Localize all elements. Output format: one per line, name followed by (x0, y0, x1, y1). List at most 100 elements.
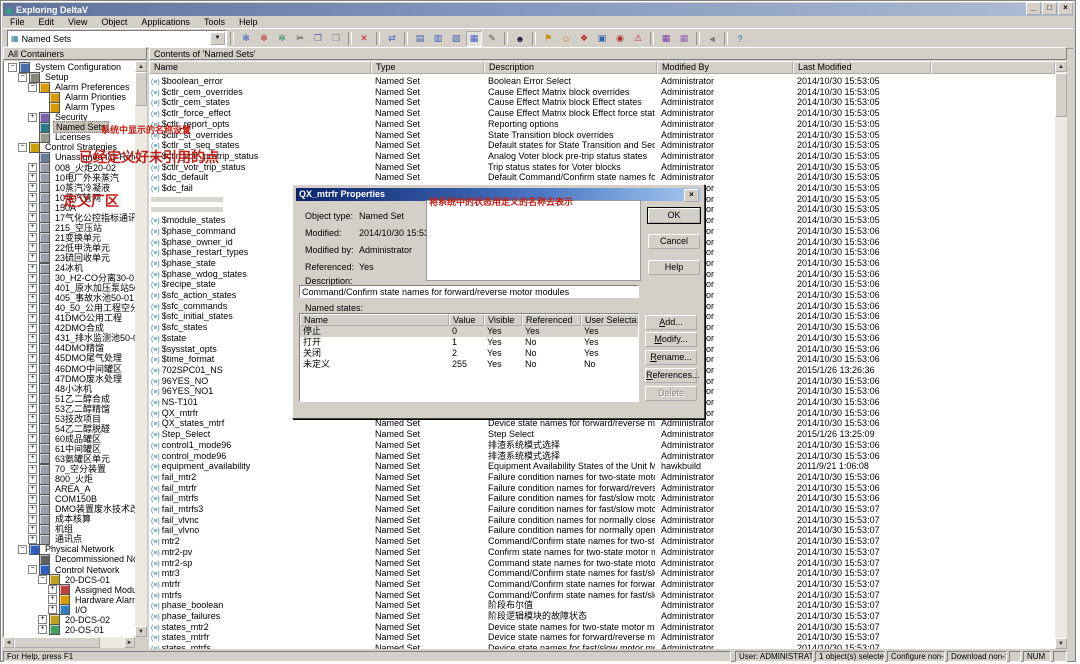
scroll-up-icon[interactable]: ▲ (135, 61, 147, 72)
list-row[interactable]: (≡)mtr2Named SetCommand/Confirm state na… (149, 536, 1055, 547)
list-row[interactable]: (≡)fail_vlvncNamed SetFailure condition … (149, 515, 1055, 526)
expand-icon[interactable]: + (28, 163, 37, 172)
tree-item-40[interactable]: +70_空分装置 (28, 464, 108, 474)
list-row[interactable]: (≡)$ctlr_st_seq_statesNamed SetDefault s… (149, 140, 1055, 151)
list-row[interactable]: (≡)equipment_availabilityNamed SetEquipm… (149, 461, 1055, 472)
help-button[interactable]: ? (732, 31, 748, 47)
ok-button[interactable]: OK (648, 208, 700, 223)
add-button[interactable]: Add... (645, 315, 697, 330)
expand-icon[interactable]: + (28, 384, 37, 393)
states-column-user-selectable[interactable]: User Selectable (581, 314, 638, 326)
expand-icon[interactable]: + (28, 253, 37, 262)
tree-item-39[interactable]: +63氨罐区单元 (28, 454, 112, 464)
named-state-row[interactable]: 关闭2YesNoYes (300, 348, 638, 359)
tree-item-7[interactable]: Licenses (28, 132, 93, 142)
expand-icon[interactable]: + (28, 183, 37, 192)
collapse-icon[interactable]: − (18, 143, 27, 152)
modify-button[interactable]: Modify... (645, 332, 697, 347)
paste-button[interactable]: ❒ (328, 31, 344, 47)
list-row[interactable]: (≡)states_mtr2Named SetDevice state name… (149, 622, 1055, 633)
collapse-icon[interactable]: − (18, 545, 27, 554)
expand-icon[interactable]: + (28, 525, 37, 534)
expand-icon[interactable]: + (28, 444, 37, 453)
expand-icon[interactable]: + (28, 344, 37, 353)
tree-item-3[interactable]: Alarm Priorities (38, 92, 128, 102)
tree-item-22[interactable]: +401_原水加压泵站50-03 (28, 283, 135, 293)
tree-item-4[interactable]: Alarm Types (38, 102, 117, 112)
expand-icon[interactable]: + (28, 223, 37, 232)
chevron-down-icon[interactable]: ▼ (210, 32, 225, 45)
tree-item-45[interactable]: +成本核算 (28, 514, 93, 524)
states-column-referenced[interactable]: Referenced (522, 314, 581, 326)
collapse-icon[interactable]: − (28, 565, 37, 574)
expand-icon[interactable]: + (28, 294, 37, 303)
tree-item-20[interactable]: +24冰机 (28, 263, 85, 273)
expand-icon[interactable]: + (28, 535, 37, 544)
expand-icon[interactable]: + (28, 314, 37, 323)
description-field[interactable]: Command/Confirm state names for forward/… (299, 285, 639, 298)
expand-icon[interactable]: + (28, 434, 37, 443)
tree-item-41[interactable]: +800_火炬 (28, 474, 95, 484)
list-row[interactable]: (≡)fail_mtrfs3Named SetFailure condition… (149, 504, 1055, 515)
expand-icon[interactable]: + (48, 595, 57, 604)
tree-item-47[interactable]: +通讯点 (28, 534, 84, 544)
column-header-modified-by[interactable]: Modified By (657, 61, 793, 74)
column-header-type[interactable]: Type (371, 61, 484, 74)
list-row[interactable]: (≡)$ctlr_votr_trip_statusNamed SetTrip s… (149, 162, 1055, 173)
delete-button[interactable]: ✕ (356, 31, 372, 47)
upload-button[interactable]: ✻ (256, 31, 272, 47)
expand-icon[interactable]: + (28, 414, 37, 423)
tree-item-0[interactable]: −System Configuration (8, 62, 123, 72)
expand-icon[interactable]: + (28, 193, 37, 202)
menu-help[interactable]: Help (232, 17, 265, 27)
list-scroll-thumb[interactable] (1055, 73, 1067, 117)
list-vertical-scrollbar[interactable]: ▲▼ (1055, 61, 1067, 649)
tree-item-21[interactable]: +30_H2-CO分离30-01 (28, 273, 135, 283)
tree-item-38[interactable]: +61中间罐区 (28, 444, 103, 454)
menu-tools[interactable]: Tools (197, 17, 232, 27)
named-states-table[interactable]: NameValueVisibleReferencedUser Selectabl… (299, 313, 639, 402)
tree-item-31[interactable]: +47DMO废水处理 (28, 374, 124, 384)
minimize-button[interactable]: _ (1026, 2, 1041, 15)
list-row[interactable]: (≡)mtr2-pvNamed SetConfirm state names f… (149, 547, 1055, 558)
tree-item-36[interactable]: +54乙二醇脱醛 (28, 424, 112, 434)
scroll-up-icon[interactable]: ▲ (1055, 61, 1067, 72)
copy-button[interactable]: ❐ (310, 31, 326, 47)
title-bar[interactable]: Exploring DeltaV (3, 3, 1073, 16)
expand-icon[interactable]: + (28, 203, 37, 212)
list-row[interactable]: (≡)$ctlr_votr_pretrip_statusNamed SetAna… (149, 151, 1055, 162)
tree-item-32[interactable]: +48小冰机 (28, 384, 94, 394)
tree-item-46[interactable]: +机组 (28, 524, 75, 534)
tree-item-25[interactable]: +41DMO公用工程 (28, 313, 124, 323)
view-larges-icon-button[interactable]: ▤ (412, 31, 428, 47)
view-details-button[interactable]: ▦ (466, 31, 482, 47)
grid-1-button[interactable]: ▦ (658, 31, 674, 47)
tree-item-12[interactable]: +10蒸汽冷凝液 (28, 183, 112, 193)
expand-icon[interactable]: + (28, 454, 37, 463)
menu-file[interactable]: File (3, 17, 32, 27)
expand-icon[interactable]: + (28, 213, 37, 222)
named-state-row[interactable]: 未定义255YesNoNo (300, 359, 638, 370)
list-row[interactable]: (≡)fail_mtrfsNamed SetFailure condition … (149, 493, 1055, 504)
collapse-icon[interactable]: − (8, 63, 17, 72)
named-state-row[interactable]: 打开1YesNoYes (300, 337, 638, 348)
menu-edit[interactable]: Edit (32, 17, 62, 27)
tree-item-29[interactable]: +45DMO尾气处理 (28, 353, 124, 363)
tree-horizontal-scrollbar[interactable]: ◄► (3, 637, 135, 648)
expand-icon[interactable]: + (28, 505, 37, 514)
list-row[interactable]: (≡)$ctlr_cem_overridesNamed SetCause Eff… (149, 87, 1055, 98)
help-button[interactable]: Help (648, 260, 700, 275)
expand-icon[interactable]: + (28, 334, 37, 343)
expand-icon[interactable]: + (28, 424, 37, 433)
tree-item-15[interactable]: +17气化公控指标通讯点 (28, 213, 135, 223)
tree-scroll-thumb[interactable] (135, 72, 147, 106)
verify-button[interactable]: ✼ (274, 31, 290, 47)
expand-icon[interactable]: + (28, 113, 37, 122)
tree-item-53[interactable]: +Hardware Alarms (48, 595, 135, 605)
tree-item-30[interactable]: +46DMO中间罐区 (28, 364, 124, 374)
download-button[interactable]: ✻ (238, 31, 254, 47)
expand-icon[interactable]: + (28, 485, 37, 494)
tree-item-34[interactable]: +53乙二醇精馏 (28, 404, 112, 414)
tree-item-33[interactable]: +51乙二醇合成 (28, 394, 112, 404)
expand-icon[interactable]: + (28, 465, 37, 474)
